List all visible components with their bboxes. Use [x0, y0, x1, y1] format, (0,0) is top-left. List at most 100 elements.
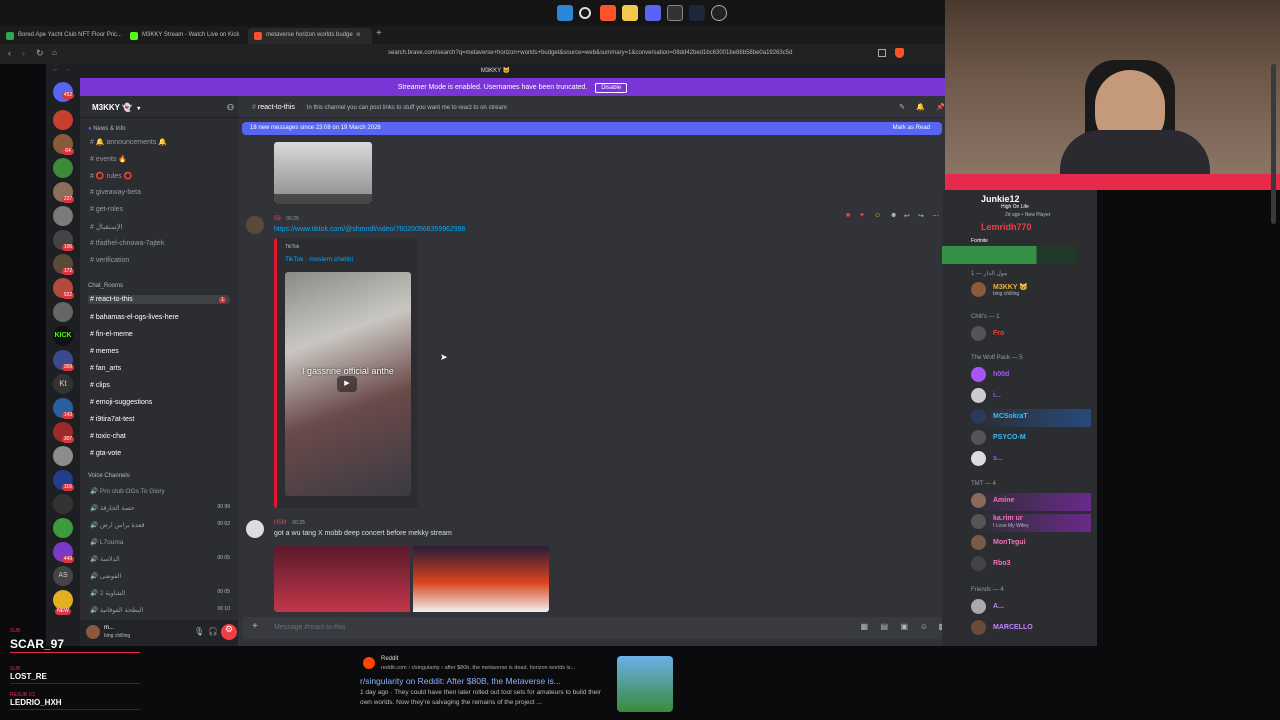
server-icon[interactable]	[53, 590, 73, 610]
voice-channel[interactable]: 🔊 2 الشاوية 00 05	[90, 589, 230, 597]
channel-verification[interactable]: # verification	[90, 257, 230, 264]
channel-gta-vote[interactable]: # gta-vote	[90, 450, 230, 457]
share-icon[interactable]	[878, 49, 886, 57]
member-item[interactable]: A...	[971, 599, 1091, 617]
scrollbar[interactable]	[1271, 64, 1276, 224]
channel-toxic-chat[interactable]: # toxic-chat	[90, 433, 230, 440]
browser-tab[interactable]: M3KKY Stream - Watch Live on Kick	[124, 28, 248, 44]
mark-as-read-button[interactable]: Mark as Read	[893, 125, 930, 131]
headphones-icon[interactable]: 🎧	[208, 627, 218, 636]
member-item[interactable]: Amine	[971, 493, 1091, 511]
channel-events[interactable]: # events 🔥	[90, 155, 230, 163]
message-image[interactable]	[413, 546, 549, 612]
message-author[interactable]: 59 00:25	[274, 216, 299, 222]
reply-icon[interactable]: ↩	[904, 212, 910, 220]
member-item[interactable]: MARCELLO	[971, 620, 1091, 638]
channel-announcements[interactable]: # 🔔 announcements 🔔	[90, 138, 230, 146]
channel-get-roles[interactable]: # get-roles	[90, 206, 230, 213]
browser-tab-active[interactable]: metaverse horizon worlds budge	[248, 28, 372, 44]
more-icon[interactable]: ⋯	[932, 212, 939, 220]
message-avatar[interactable]	[246, 216, 264, 234]
member-item[interactable]: M3KKY 🐱 bing chilling	[971, 282, 1091, 300]
search-icon[interactable]	[579, 7, 591, 19]
settings-gear-icon[interactable]: ⚙	[221, 624, 237, 640]
play-icon[interactable]: ▶	[337, 376, 357, 392]
windows-start-icon[interactable]	[557, 5, 573, 21]
member-item[interactable]: MonTegui	[971, 535, 1091, 553]
server-icon[interactable]	[53, 110, 73, 130]
message-input[interactable]: Message #react-to-this	[274, 624, 345, 631]
channel-fan-arts[interactable]: # fan_arts	[90, 365, 230, 372]
close-tab-icon[interactable]: ×	[356, 30, 361, 39]
server-icon[interactable]	[53, 302, 73, 322]
gift-icon[interactable]: ▦	[860, 622, 868, 631]
member-item[interactable]: i...	[971, 388, 1091, 406]
channel-tfadhel[interactable]: # tfadhel-chnowa-7ajtek	[90, 240, 230, 247]
heart-reaction-icon[interactable]: ♥	[860, 212, 864, 219]
server-icon[interactable]	[53, 518, 73, 538]
server-icon[interactable]	[53, 206, 73, 226]
message-author[interactable]: H5M 00:25	[274, 520, 305, 526]
voice-channel[interactable]: 🔊 Pro club OGs To Glory	[90, 487, 230, 495]
gif-icon[interactable]: ▤	[880, 622, 888, 631]
reaction-icon[interactable]: ■	[846, 212, 850, 219]
channel-fin-el-meme[interactable]: # fin-el-meme	[90, 331, 230, 338]
voice-channel[interactable]: 🔊 حصة الحارقة 00 99	[90, 504, 230, 512]
member-item[interactable]: Junkie12 High On Life 2d ago • New Playe…	[971, 194, 1091, 218]
back-icon[interactable]: ‹	[8, 48, 11, 58]
voice-channel[interactable]: 🔊 الدلاسة 00 05	[90, 555, 230, 563]
pinned-icon[interactable]: 📌	[936, 103, 945, 111]
emoji-icon[interactable]: ☺	[920, 622, 928, 631]
member-item[interactable]: s...	[971, 451, 1091, 469]
member-item[interactable]: ka.rim ur I Love My Wifey	[971, 514, 1091, 532]
channel-bahamas[interactable]: # bahamas-el-ogs-lives-here	[90, 314, 230, 321]
embed-title[interactable]: TikTok · moslem.chebbi	[285, 256, 353, 263]
steam-icon[interactable]	[689, 5, 705, 21]
category-voice-channels[interactable]: Voice Channels	[88, 473, 130, 479]
voice-channel[interactable]: 🔊 البطحة الفوقانية 00 10	[90, 606, 230, 614]
obs-icon[interactable]	[667, 5, 683, 21]
disable-streamer-mode-button[interactable]: Disable	[595, 83, 628, 93]
server-icon[interactable]: AS	[53, 566, 73, 586]
message-avatar[interactable]	[246, 520, 264, 538]
reload-icon[interactable]: ↻	[36, 48, 44, 59]
server-icon[interactable]: Kt	[53, 374, 73, 394]
embed-video[interactable]: I gassrine official anthe ▶	[285, 272, 411, 496]
new-messages-bar[interactable]: 18 new messages since 23:08 on 19 March …	[242, 122, 942, 135]
channel-memes[interactable]: # memes	[90, 348, 230, 355]
member-item[interactable]: PSYCO-M	[971, 430, 1091, 448]
member-item[interactable]: h00d	[971, 367, 1091, 385]
category-chat-rooms[interactable]: Chat_Rooms	[88, 283, 123, 289]
back-icon[interactable]: ←	[52, 66, 59, 73]
file-explorer-icon[interactable]	[622, 5, 638, 21]
telegram-icon[interactable]	[711, 5, 727, 21]
notification-bell-icon[interactable]: 🔔	[916, 103, 925, 111]
channel-clips[interactable]: # clips	[90, 382, 230, 389]
server-name-header[interactable]: M3KKY 👻 ▾ ⚇	[80, 96, 238, 118]
media-controls[interactable]	[274, 194, 372, 204]
browser-tab[interactable]: Bored Ape Yacht Club NFT Floor Pric...	[0, 28, 124, 44]
channel-i9tira7at-test[interactable]: # i9tira7at-test	[90, 416, 230, 423]
microphone-icon[interactable]: 🎙	[194, 627, 204, 636]
server-icon[interactable]	[53, 446, 73, 466]
threads-icon[interactable]: ✎	[899, 103, 905, 111]
channel-giveaway-beta[interactable]: # giveaway-beta	[90, 189, 230, 196]
channel-emoji-suggestions[interactable]: # emoji-suggestions	[90, 399, 230, 406]
address-bar[interactable]: search.brave.com/search?q=metaverse+hori…	[372, 48, 872, 60]
category-news-info[interactable]: ● News & Info	[88, 126, 126, 132]
voice-channel[interactable]: 🔊 قعدة براس ارض 00 02	[90, 521, 230, 529]
member-item[interactable]: Fro	[971, 326, 1091, 344]
new-tab-icon[interactable]: +	[376, 28, 382, 39]
message-image[interactable]	[274, 546, 410, 612]
voice-channel[interactable]: 🔊 L7ouma	[90, 538, 230, 546]
result-title[interactable]: r/singularity on Reddit: After $80B, the…	[360, 676, 561, 686]
discord-icon[interactable]	[645, 5, 661, 21]
add-reaction-icon[interactable]: ☻	[890, 212, 897, 219]
kick-server-icon[interactable]: KICK	[53, 326, 73, 346]
server-icon[interactable]	[53, 158, 73, 178]
channel-welcome[interactable]: # الإستقبال	[90, 223, 230, 231]
channel-rules[interactable]: # ⭕ rules ⭕	[90, 172, 230, 180]
member-item[interactable]: Rbo3	[971, 556, 1091, 574]
emoji-reaction-icon[interactable]: ☺	[874, 212, 881, 219]
member-item[interactable]: MCSokraT	[971, 409, 1091, 427]
